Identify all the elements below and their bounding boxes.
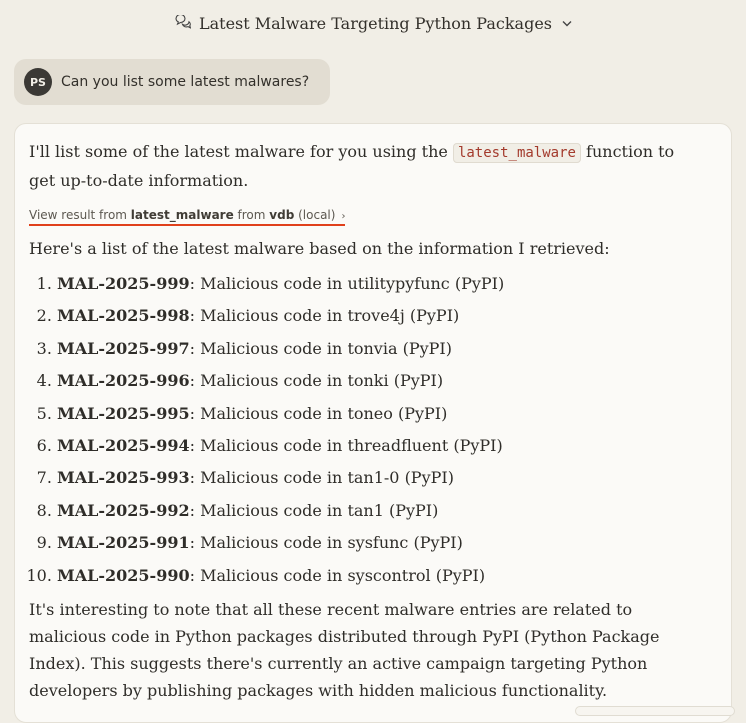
malware-description: : Malicious code in tan1-0 (PyPI) xyxy=(189,468,454,488)
list-intro: Here's a list of the latest malware base… xyxy=(29,239,610,258)
malware-id: MAL-2025-992 xyxy=(57,500,190,520)
malware-list-item: MAL-2025-994: Malicious code in threadfl… xyxy=(57,430,717,462)
malware-description: : Malicious code in trove4j (PyPI) xyxy=(189,306,460,326)
conversation-header[interactable]: Latest Malware Targeting Python Packages xyxy=(0,8,746,38)
inline-code-function: latest_malware xyxy=(452,143,581,163)
malware-list-item: MAL-2025-999: Malicious code in utilityp… xyxy=(57,268,717,300)
malware-description: : Malicious code in utilitypyfunc (PyPI) xyxy=(189,274,505,293)
malware-list-item: MAL-2025-998: Malicious code in trove4j … xyxy=(57,300,717,332)
user-message: PS Can you list some latest malwares? xyxy=(14,59,330,105)
tool-name: latest_malware xyxy=(130,208,234,222)
chat-bubbles-icon xyxy=(174,15,191,31)
conversation-title[interactable]: Latest Malware Targeting Python Packages xyxy=(199,14,552,33)
chevron-right-icon: › xyxy=(341,211,346,222)
malware-list: MAL-2025-999: Malicious code in utilityp… xyxy=(29,268,717,592)
malware-description: : Malicious code in threadfluent (PyPI) xyxy=(189,435,503,455)
tool-server: vdb xyxy=(269,208,295,222)
scroll-to-bottom-control[interactable] xyxy=(575,706,735,716)
chevron-down-icon[interactable] xyxy=(562,16,572,30)
malware-list-item: MAL-2025-991: Malicious code in sysfunc … xyxy=(57,527,717,559)
closing-paragraph: It's interesting to note that all these … xyxy=(29,599,660,700)
malware-id: MAL-2025-990 xyxy=(57,565,190,585)
malware-list-item: MAL-2025-992: Malicious code in tan1 (Py… xyxy=(57,495,717,527)
avatar[interactable]: PS xyxy=(24,68,52,96)
tool-result-from: from xyxy=(233,208,270,222)
malware-description: : Malicious code in toneo (PyPI) xyxy=(189,403,448,423)
malware-id: MAL-2025-997 xyxy=(57,338,190,358)
malware-description: : Malicious code in sysfunc (PyPI) xyxy=(189,533,463,553)
malware-id: MAL-2025-996 xyxy=(57,371,190,391)
malware-list-item: MAL-2025-997: Malicious code in tonvia (… xyxy=(57,333,717,365)
malware-id: MAL-2025-994 xyxy=(57,435,190,455)
malware-id: MAL-2025-993 xyxy=(57,468,190,488)
view-tool-result-link[interactable]: View result from latest_malware from vdb… xyxy=(29,202,346,226)
malware-id: MAL-2025-995 xyxy=(57,403,190,423)
user-message-text: Can you list some latest malwares? xyxy=(61,74,310,90)
malware-description: : Malicious code in tan1 (PyPI) xyxy=(189,500,439,520)
malware-list-item: MAL-2025-996: Malicious code in tonki (P… xyxy=(57,365,717,397)
tool-scope: (local) xyxy=(294,208,336,222)
intro-text-before: I'll list some of the latest malware for… xyxy=(29,142,453,161)
malware-description: : Malicious code in tonki (PyPI) xyxy=(189,371,444,391)
malware-id: MAL-2025-999 xyxy=(57,274,190,293)
malware-description: : Malicious code in syscontrol (PyPI) xyxy=(189,565,486,585)
malware-list-item: MAL-2025-990: Malicious code in syscontr… xyxy=(57,560,717,592)
malware-id: MAL-2025-991 xyxy=(57,533,190,553)
assistant-intro: I'll list some of the latest malware for… xyxy=(29,138,679,194)
malware-list-item: MAL-2025-993: Malicious code in tan1-0 (… xyxy=(57,462,717,494)
malware-list-item: MAL-2025-995: Malicious code in toneo (P… xyxy=(57,398,717,430)
tool-result-prefix: View result from xyxy=(29,208,131,222)
malware-description: : Malicious code in tonvia (PyPI) xyxy=(189,338,452,358)
malware-id: MAL-2025-998 xyxy=(57,306,190,326)
assistant-message: I'll list some of the latest malware for… xyxy=(14,123,732,723)
